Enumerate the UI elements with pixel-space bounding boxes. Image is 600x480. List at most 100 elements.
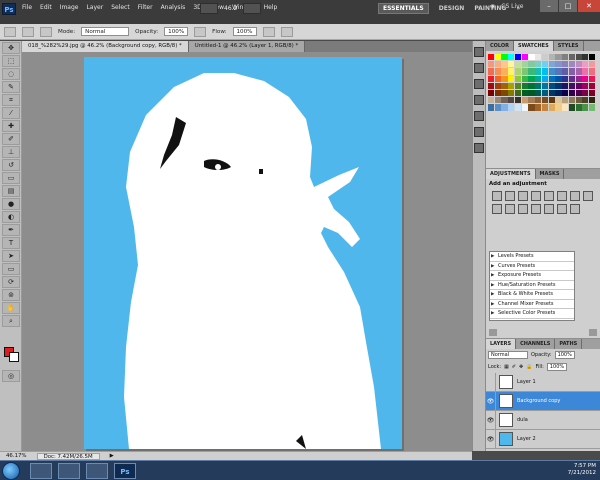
return-icon[interactable] xyxy=(489,329,497,336)
color-swatch[interactable] xyxy=(548,68,555,75)
blend-mode-select[interactable]: Normal xyxy=(488,351,528,359)
marquee-tool-icon[interactable]: ⬚ xyxy=(2,55,20,67)
lock-all-icon[interactable]: 🔒 xyxy=(526,364,532,370)
color-swatch[interactable] xyxy=(575,97,582,104)
eyedropper-tool-icon[interactable]: ⁄ xyxy=(2,107,20,119)
eye-icon[interactable]: 👁 xyxy=(486,430,496,448)
tab-masks[interactable]: MASKS xyxy=(536,169,565,179)
windows-explorer-icon[interactable] xyxy=(58,463,80,479)
color-swatch[interactable] xyxy=(535,68,542,75)
color-swatch[interactable] xyxy=(568,75,575,82)
lock-position-icon[interactable]: ✥ xyxy=(519,364,523,370)
minimize-icon[interactable]: – xyxy=(540,0,558,12)
color-swatch[interactable] xyxy=(528,104,535,111)
color-swatch[interactable] xyxy=(521,82,528,89)
workspace-essentials[interactable]: ESSENTIALS xyxy=(378,3,429,14)
color-swatch[interactable] xyxy=(568,89,575,97)
exposure-icon[interactable] xyxy=(531,191,541,201)
menu-layer[interactable]: Layer xyxy=(86,4,103,11)
color-swatch[interactable] xyxy=(488,68,495,75)
color-swatch[interactable] xyxy=(568,104,575,111)
background-color-swatch[interactable] xyxy=(9,352,19,362)
color-swatch[interactable] xyxy=(541,68,549,75)
color-swatch[interactable] xyxy=(514,89,522,97)
color-swatch[interactable] xyxy=(514,68,522,75)
hand-tool-icon[interactable]: ✋ xyxy=(2,302,20,314)
color-swatch[interactable] xyxy=(521,61,528,68)
color-swatch[interactable] xyxy=(568,68,575,75)
history-brush-tool-icon[interactable]: ↺ xyxy=(2,159,20,171)
color-swatch[interactable] xyxy=(514,97,522,104)
color-swatch[interactable] xyxy=(562,54,569,61)
color-swatch[interactable] xyxy=(521,68,528,75)
mode-select[interactable]: Normal xyxy=(81,27,130,36)
color-swatch[interactable] xyxy=(555,61,562,68)
color-swatch[interactable] xyxy=(488,82,495,89)
color-swatch[interactable] xyxy=(582,54,589,61)
color-swatch[interactable] xyxy=(535,82,542,89)
brush-tool-icon[interactable]: ✐ xyxy=(2,133,20,145)
tab-swatches[interactable]: SWATCHES xyxy=(514,41,554,51)
arrange-documents-icon[interactable] xyxy=(243,3,262,14)
color-swatch[interactable] xyxy=(501,82,508,89)
color-swatch[interactable] xyxy=(562,89,569,97)
color-swatch[interactable] xyxy=(589,97,596,104)
color-swatch[interactable] xyxy=(589,68,596,75)
color-swatch[interactable] xyxy=(494,97,501,104)
visibility-toggle-icon[interactable] xyxy=(486,373,496,391)
color-swatch[interactable] xyxy=(541,89,549,97)
color-swatch[interactable] xyxy=(508,61,515,68)
color-swatch[interactable] xyxy=(488,61,495,68)
gradient-map-icon[interactable] xyxy=(557,204,567,214)
color-swatch[interactable] xyxy=(535,97,542,104)
color-swatch[interactable] xyxy=(582,61,589,68)
color-swatch[interactable] xyxy=(521,54,528,61)
color-swatch[interactable] xyxy=(589,61,596,68)
color-swatch[interactable] xyxy=(535,104,542,111)
curves-icon[interactable] xyxy=(518,191,528,201)
invert-icon[interactable] xyxy=(518,204,528,214)
type-tool-icon[interactable]: T xyxy=(2,237,20,249)
color-swatch[interactable] xyxy=(514,104,522,111)
document-canvas[interactable] xyxy=(84,57,402,449)
zoom-level[interactable]: 46.2 xyxy=(224,5,237,12)
color-swatch[interactable] xyxy=(541,75,549,82)
status-zoom[interactable]: 46.17% xyxy=(6,453,27,459)
new-adjustment-icon[interactable] xyxy=(589,329,597,336)
color-swatch[interactable] xyxy=(568,61,575,68)
color-swatch[interactable] xyxy=(508,75,515,82)
hue-saturation-icon[interactable] xyxy=(557,191,567,201)
preset-exposure[interactable]: Exposure Presets xyxy=(490,271,574,281)
color-balance-icon[interactable] xyxy=(570,191,580,201)
color-swatch[interactable] xyxy=(501,68,508,75)
layer-row-background-copy[interactable]: 👁 Background copy xyxy=(486,392,600,411)
preset-hue-saturation[interactable]: Hue/Saturation Presets xyxy=(490,281,574,290)
flow-input[interactable]: 100% xyxy=(232,27,257,36)
color-swatch[interactable] xyxy=(575,104,582,111)
color-swatch[interactable] xyxy=(589,75,596,82)
dodge-tool-icon[interactable]: ◐ xyxy=(2,211,20,223)
photoshop-taskbar-icon[interactable]: Ps xyxy=(114,463,136,479)
color-swatch[interactable] xyxy=(494,89,501,97)
path-selection-tool-icon[interactable]: ➤ xyxy=(2,250,20,262)
color-swatch[interactable] xyxy=(528,82,535,89)
clone-source-panel-icon[interactable] xyxy=(474,95,484,105)
tab-paths[interactable]: PATHS xyxy=(555,339,583,349)
menu-analysis[interactable]: Analysis xyxy=(161,4,186,11)
color-swatch[interactable] xyxy=(494,61,501,68)
color-swatch[interactable] xyxy=(562,68,569,75)
levels-icon[interactable] xyxy=(505,191,515,201)
menu-select[interactable]: Select xyxy=(111,4,130,11)
color-swatch[interactable] xyxy=(528,89,535,97)
color-swatch[interactable] xyxy=(541,54,549,61)
color-swatch[interactable] xyxy=(541,61,549,68)
color-swatch[interactable] xyxy=(568,82,575,89)
preset-black-white[interactable]: Black & White Presets xyxy=(490,290,574,300)
color-swatch[interactable] xyxy=(501,97,508,104)
color-swatch[interactable] xyxy=(528,68,535,75)
actions-panel-icon[interactable] xyxy=(474,63,484,73)
eye-icon[interactable]: 👁 xyxy=(486,392,496,410)
selective-color-icon[interactable] xyxy=(570,204,580,214)
tab-styles[interactable]: STYLES xyxy=(554,41,584,51)
quick-mask-icon[interactable]: ◎ xyxy=(2,370,20,382)
